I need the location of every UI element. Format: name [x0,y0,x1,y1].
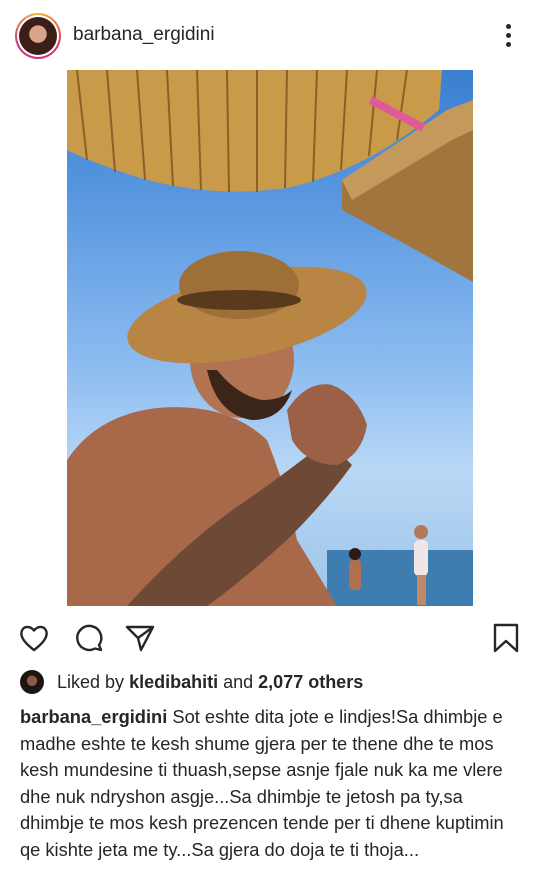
comment-icon[interactable] [73,622,105,654]
heart-icon[interactable] [18,622,50,654]
liker-avatar [20,670,44,694]
avatar-photo [19,17,57,55]
beach-scene-image [67,70,473,606]
bookmark-icon[interactable] [490,622,522,654]
caption-username[interactable]: barbana_ergidini [20,706,167,727]
post-username[interactable]: barbana_ergidini [73,24,215,46]
more-vertical-icon[interactable] [500,24,516,50]
profile-avatar[interactable] [15,13,61,59]
post-header: barbana_ergidini [0,0,540,70]
post-photo[interactable] [67,70,473,606]
likes-text: Liked by kledibahiti and 2,077 others [57,672,364,692]
post-actions [0,612,540,662]
liker-username[interactable]: kledibahiti [129,672,218,692]
caption-text: Sot eshte dita jote e lindjes!Sa dhimbje… [20,706,504,860]
post-caption: barbana_ergidini Sot eshte dita jote e l… [20,704,525,864]
likes-count[interactable]: 2,077 others [258,672,363,692]
paper-plane-icon[interactable] [124,622,156,654]
